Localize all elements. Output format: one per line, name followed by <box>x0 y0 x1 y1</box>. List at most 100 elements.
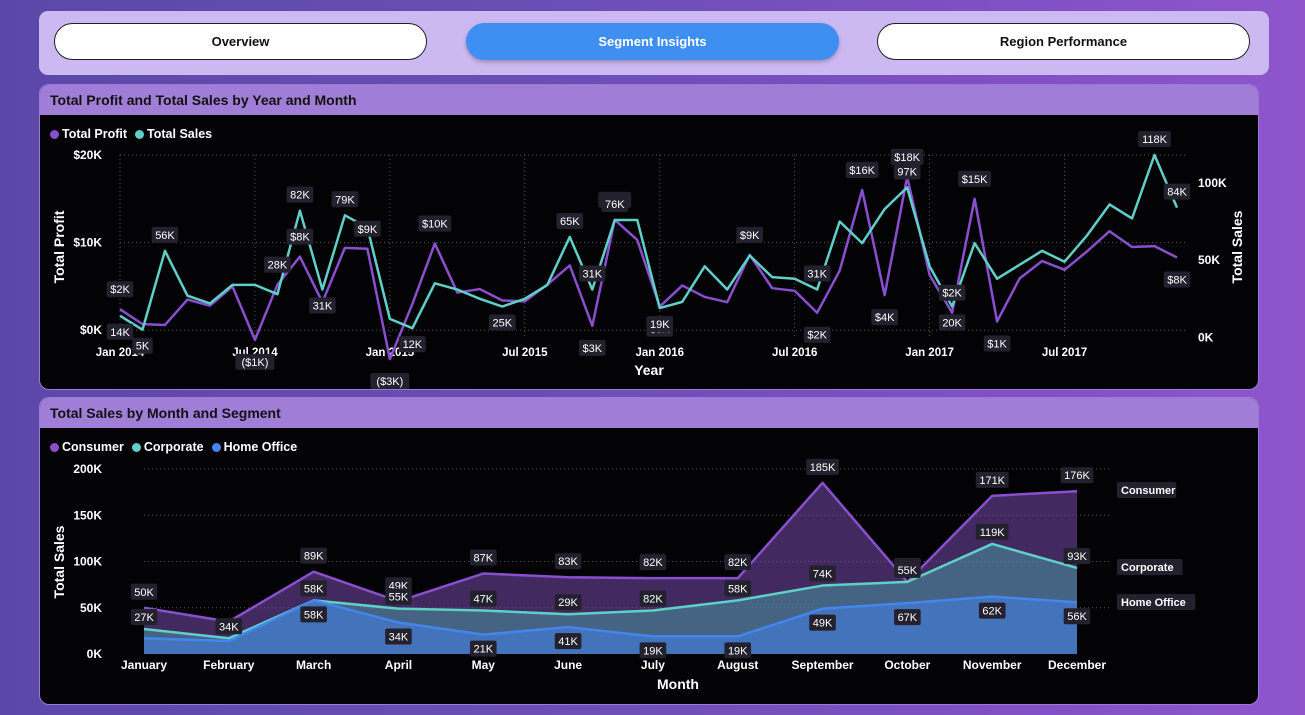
x-tick-label: March <box>296 658 331 672</box>
segment-area-chart[interactable]: 0K 50K 100K 150K 200K January February March Apr… <box>40 428 1258 704</box>
panel-title: Total Profit and Total Sales by Year and… <box>40 85 1258 115</box>
data-label-text: 49K <box>813 618 833 630</box>
tab-region-performance[interactable]: Region Performance <box>877 23 1250 60</box>
data-label-text: 31K <box>807 269 827 281</box>
data-label-text: 67K <box>898 612 918 624</box>
profit-data-label: ($1K) <box>235 353 275 370</box>
data-label-text: 55K <box>898 565 918 577</box>
sales-data-label: 97K <box>893 163 921 180</box>
data-label-text: 82K <box>728 557 748 569</box>
sales-data-label: 20K <box>938 314 966 331</box>
data-label-text: 19K <box>650 319 670 331</box>
segment-data-label: 19K <box>724 642 752 659</box>
profit-data-label: $18K <box>890 148 924 165</box>
sales-data-label: 14K <box>106 323 134 340</box>
segment-data-label: 34K <box>385 628 412 645</box>
data-label-text: 82K <box>290 190 310 202</box>
y-tick-label: $20K <box>73 148 102 162</box>
x-tick-label: August <box>717 658 758 672</box>
sales-data-label: 31K <box>578 265 606 282</box>
segment-data-label: 87K <box>469 549 497 566</box>
segment-data-label: 119K <box>975 523 1009 540</box>
segment-data-label: 82K <box>724 554 752 571</box>
profit-data-label: $3K <box>578 339 606 356</box>
sales-data-label: 65K <box>556 212 584 229</box>
x-tick-label: November <box>963 658 1022 672</box>
y-tick-label: 50K <box>80 601 102 615</box>
grid <box>119 154 1187 339</box>
profit-data-label: $1K <box>983 335 1011 352</box>
data-label-text: 31K <box>582 269 602 281</box>
x-tick-label: October <box>884 658 930 672</box>
data-label-text: 58K <box>728 583 748 595</box>
data-label-text: $9K <box>358 224 378 236</box>
profit-data-label: $2K <box>938 284 966 301</box>
data-label-text: 185K <box>810 462 836 474</box>
tab-overview[interactable]: Overview <box>54 23 427 60</box>
segment-data-label: 67K <box>894 609 921 626</box>
segment-data-label: 74K <box>809 565 836 582</box>
x-tick-label: February <box>203 658 255 672</box>
y-tick-label: 200K <box>73 462 102 476</box>
sales-data-label: 84K <box>1163 183 1191 200</box>
data-label-text: 12K <box>403 339 423 351</box>
segment-data-label: 185K <box>806 458 839 475</box>
segment-data-label: 176K <box>1060 467 1094 484</box>
segment-data-label: 29K <box>554 594 582 611</box>
data-label-text: 82K <box>643 594 663 606</box>
y-axis-title: Total Profit <box>51 210 67 283</box>
profit-sales-line-chart[interactable]: $0K$10K$20K0K50K100KJan 2014 Jul 2014 Jan … <box>40 115 1258 389</box>
profit-data-label: 28K <box>264 256 291 273</box>
sales-data-label: 79K <box>331 191 359 208</box>
data-label-text: $4K <box>875 312 895 324</box>
sales-data-label: 5K <box>132 337 153 354</box>
data-label-text: Consumer <box>1121 485 1176 497</box>
segment-sales-panel: Total Sales by Month and Segment Consume… <box>39 397 1259 705</box>
profit-data-label: $9K <box>354 220 381 237</box>
data-label-text: 87K <box>473 553 493 565</box>
y-tick-label: 100K <box>73 555 102 569</box>
data-label-text: $2K <box>110 284 130 296</box>
sales-data-label: 12K <box>399 336 426 353</box>
data-label-text: 41K <box>558 636 578 648</box>
x-tick-label: Jul 2016 <box>772 347 817 359</box>
profit-data-label: $8K <box>1163 271 1191 288</box>
data-label-text: 5K <box>136 341 150 353</box>
data-label-text: 56K <box>1067 611 1087 623</box>
tab-segment-insights[interactable]: Segment Insights <box>466 23 839 60</box>
profit-data-label: $15K <box>958 170 991 187</box>
data-label-text: $2K <box>807 330 827 342</box>
data-label-text: $8K <box>1167 275 1187 287</box>
segment-data-label: 58K <box>724 580 752 597</box>
data-label-text: $9K <box>740 230 760 242</box>
data-label-text: Corporate <box>1121 562 1174 574</box>
data-label-text: 29K <box>558 597 578 609</box>
segment-data-label: 58K <box>300 606 327 623</box>
series-end-label: Home Office <box>1117 594 1196 610</box>
y-tick-label: $10K <box>73 236 102 250</box>
segment-data-label: 50K <box>130 583 158 600</box>
x-tick-label: Jan 2016 <box>635 347 684 359</box>
profit-data-label: $10K <box>418 215 452 232</box>
data-label-text: 19K <box>643 645 663 657</box>
segment-data-label: 41K <box>554 633 582 650</box>
segment-data-label: 82K <box>639 554 667 571</box>
data-label-text: 50K <box>134 587 154 599</box>
data-label-text: $16K <box>849 165 875 177</box>
sales-data-label: 56K <box>151 226 179 243</box>
series-end-label: Consumer <box>1117 482 1177 498</box>
data-label-text: 34K <box>219 621 239 633</box>
segment-data-label: 89K <box>300 547 327 564</box>
segment-data-label: 83K <box>554 553 582 570</box>
x-tick-label: April <box>385 658 412 672</box>
profit-sales-panel: Total Profit and Total Sales by Year and… <box>39 84 1259 390</box>
segment-data-label: 55K <box>894 561 921 578</box>
y-tick-label: 150K <box>73 508 102 522</box>
x-tick-label: July <box>641 658 665 672</box>
data-label-text: 79K <box>335 194 355 206</box>
profit-data-label: $4K <box>871 309 898 326</box>
segment-data-label: 58K <box>300 580 327 597</box>
sales-data-label: 31K <box>803 265 831 282</box>
data-label-text: 62K <box>982 606 1002 618</box>
profit-data-label: ($3K) <box>370 373 410 389</box>
